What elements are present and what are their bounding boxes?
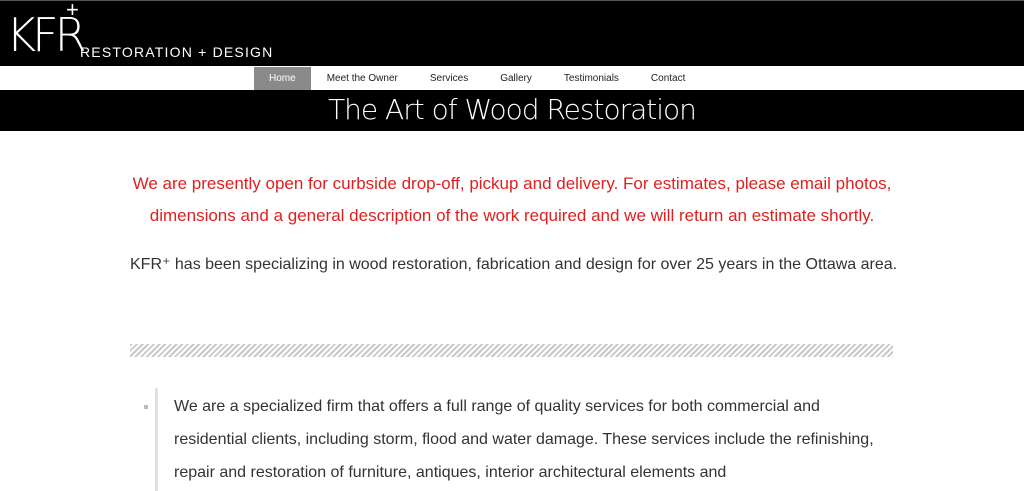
covid-notice: We are presently open for curbside drop-… [132, 174, 892, 225]
logo-tagline: RESTORATION + DESIGN [80, 44, 274, 60]
nav-testimonials[interactable]: Testimonials [548, 67, 635, 90]
nav-gallery[interactable]: Gallery [484, 67, 548, 90]
list-left-border [155, 388, 158, 491]
list-bullet-icon [144, 405, 148, 409]
services-list-item: We are a specialized firm that offers a … [174, 398, 874, 481]
hatched-divider [130, 344, 893, 357]
nav-contact[interactable]: Contact [635, 67, 701, 90]
nav-meet-the-owner[interactable]: Meet the Owner [311, 67, 414, 90]
nav-services[interactable]: Services [414, 67, 484, 90]
main-nav: Home Meet the Owner Services Gallery Tes… [254, 67, 701, 90]
intro-paragraph: KFR⁺ has been specializing in wood resto… [130, 256, 898, 273]
site-header: KFR + RESTORATION + DESIGN [0, 0, 1024, 66]
nav-home[interactable]: Home [254, 67, 311, 90]
page-banner: The Art of Wood Restoration [0, 90, 1024, 131]
logo-plus-mark: + [66, 0, 79, 22]
page-title: The Art of Wood Restoration [328, 93, 697, 126]
